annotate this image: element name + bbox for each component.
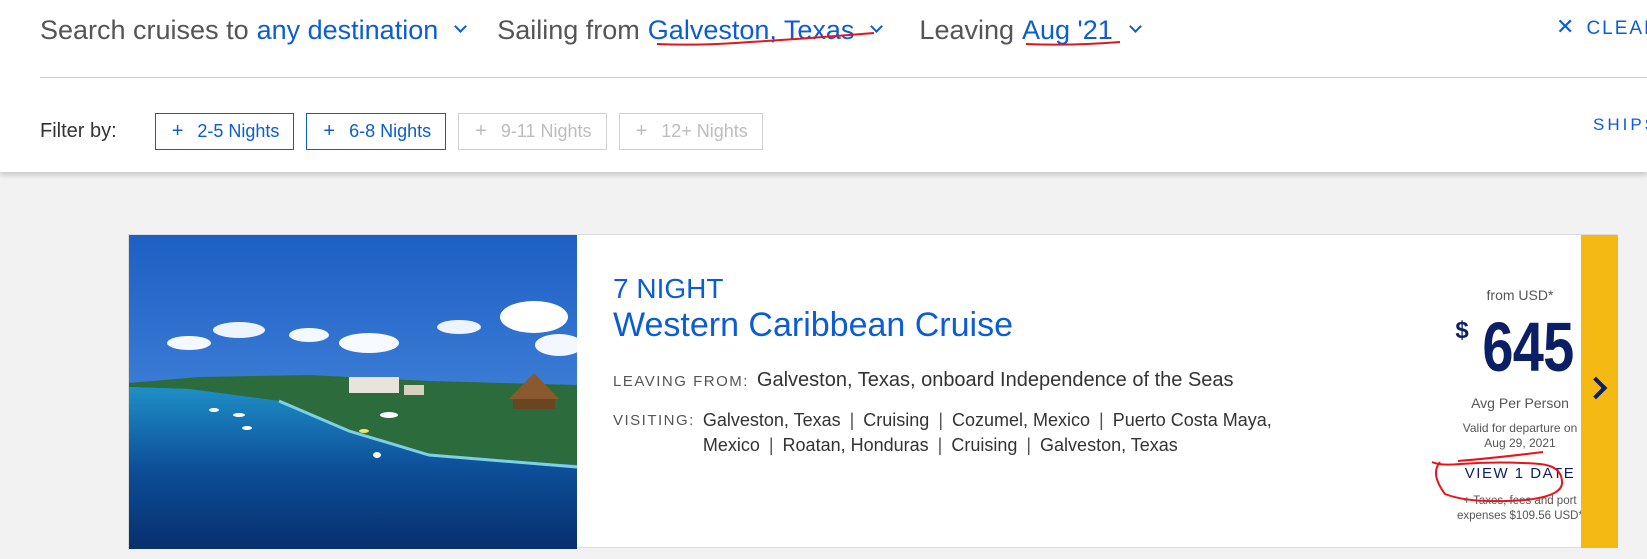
cruise-result-card[interactable]: 7 NIGHT Western Caribbean Cruise LEAVING… [128, 234, 1618, 549]
chevron-right-icon[interactable] [1584, 376, 1608, 400]
visiting: VISITING: Galveston, Texas | Cruising | Cozu… [613, 408, 1373, 458]
header-divider [40, 77, 1647, 78]
close-icon[interactable]: ✕ [1556, 14, 1574, 39]
chip-label: 2-5 Nights [197, 121, 280, 141]
cruise-nights[interactable]: 7 NIGHT [613, 273, 1373, 305]
filter-chip-6-8-nights[interactable]: +6-8 Nights [306, 113, 447, 150]
leaving-from-value: Galveston, Texas, onboard Independence o… [756, 369, 1234, 391]
ships-filter-button[interactable]: SHIPS [1593, 115, 1647, 135]
plus-icon: + [635, 120, 648, 142]
chevron-down-icon[interactable] [870, 19, 884, 33]
destination-prefix: Search cruises to [40, 14, 249, 45]
departure-port-dropdown[interactable]: Sailing from Galveston, Texas [497, 14, 884, 46]
cruise-details: 7 NIGHT Western Caribbean Cruise LEAVING… [613, 273, 1373, 458]
chip-label: 6-8 Nights [349, 121, 432, 141]
port-item: Cruising [863, 410, 930, 430]
filter-chip-2-5-nights[interactable]: +2-5 Nights [154, 113, 295, 150]
search-header: Search cruises to any destination Sailin… [0, 0, 1647, 172]
port-item: Cruising [951, 435, 1018, 455]
leaving-from-label: LEAVING FROM: [613, 373, 749, 390]
chip-label: 9-11 Nights [500, 121, 592, 141]
currency-symbol: $ [1455, 317, 1469, 344]
next-result-button[interactable] [1581, 235, 1618, 548]
leaving-from: LEAVING FROM: Galveston, Texas, onboard … [613, 369, 1373, 392]
port-value[interactable]: Galveston, Texas [648, 15, 855, 46]
filter-bar: Filter by: +2-5 Nights +6-8 Nights +9-11… [40, 113, 775, 150]
clear-button[interactable]: ✕ CLEAR [1556, 14, 1647, 40]
plus-icon: + [171, 120, 184, 142]
port-item: Cozumel, Mexico [952, 410, 1091, 430]
port-item: Galveston, Texas [702, 410, 841, 430]
port-list: Galveston, Texas | Cruising | Cozumel, Mexic… [702, 410, 1272, 455]
filter-label: Filter by: [40, 120, 117, 142]
date-prefix: Leaving [919, 14, 1015, 45]
filter-chip-9-11-nights: +9-11 Nights [458, 113, 607, 150]
destination-dropdown[interactable]: Search cruises to any destination [40, 14, 468, 46]
cruise-destination-photo[interactable] [129, 235, 577, 549]
cruise-title[interactable]: Western Caribbean Cruise [613, 305, 1373, 345]
port-item: Galveston, Texas [1040, 435, 1178, 455]
chevron-down-icon[interactable] [1128, 19, 1142, 33]
price-value: 645 [1482, 308, 1574, 386]
coastline-image [129, 235, 577, 549]
clear-label[interactable]: CLEAR [1586, 18, 1647, 39]
date-value[interactable]: Aug '21 [1022, 15, 1113, 46]
visiting-label: VISITING: [613, 412, 695, 429]
filter-chip-12-plus-nights: +12+ Nights [618, 113, 763, 150]
plus-icon: + [323, 120, 336, 142]
search-criteria-row: Search cruises to any destination Sailin… [40, 10, 1142, 50]
plus-icon: + [475, 120, 487, 142]
port-item: Roatan, Honduras [782, 435, 929, 455]
destination-value[interactable]: any destination [257, 15, 439, 46]
chevron-down-icon[interactable] [454, 19, 468, 33]
departure-date-dropdown[interactable]: Leaving Aug '21 [919, 14, 1142, 46]
chip-label: 12+ Nights [661, 121, 748, 141]
port-prefix: Sailing from [497, 14, 640, 45]
